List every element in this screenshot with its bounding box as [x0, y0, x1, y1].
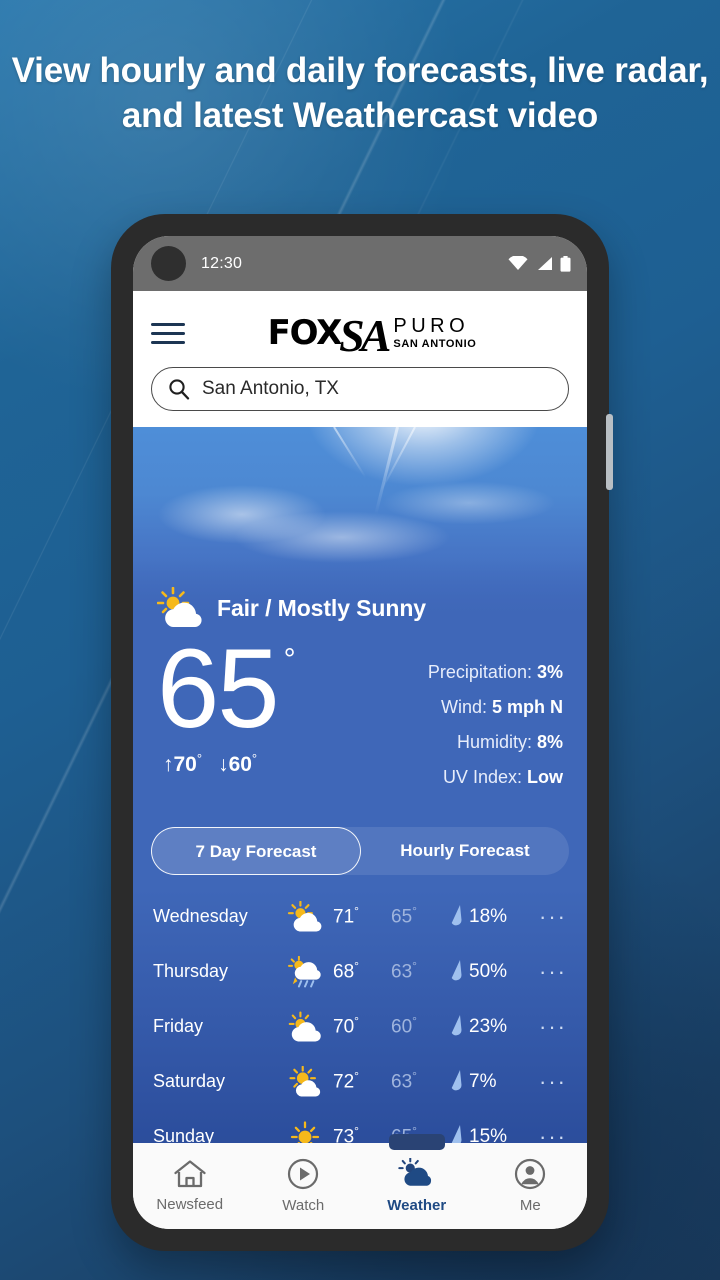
- forecast-day: Friday: [153, 1016, 204, 1036]
- status-time: 12:30: [201, 254, 243, 272]
- forecast-precipitation: 15%: [449, 1124, 533, 1143]
- detail-uv-index: UV Index: Low: [442, 767, 563, 787]
- nav-label: Watch: [282, 1197, 325, 1214]
- search-icon: [169, 379, 190, 400]
- tab-hourly-forecast[interactable]: Hourly Forecast: [361, 827, 569, 875]
- weather-panel: Fair / Mostly Sunny 65 ° ↑70° ↓60° Preci…: [133, 427, 587, 1143]
- forecast-precipitation: 23%: [449, 1014, 533, 1040]
- nav-label: Weather: [387, 1197, 447, 1214]
- high-low-row: ↑70° ↓60°: [163, 751, 296, 777]
- account-circle-icon: [515, 1158, 546, 1190]
- nav-item-watch[interactable]: Watch: [247, 1158, 361, 1214]
- table-row[interactable]: Saturday 72° 63° 7% ···: [153, 1054, 567, 1109]
- current-temperature: 65 °: [157, 626, 296, 751]
- promo-screenshot: View hourly and daily forecasts, live ra…: [0, 0, 720, 1280]
- forecast-precipitation: 18%: [449, 904, 533, 930]
- app-header-row: FOX SA PURO SAN ANTONIO: [133, 305, 587, 361]
- forecast-precipitation: 7%: [449, 1069, 533, 1095]
- forecast-low: 65°: [391, 904, 417, 928]
- condition-text: Fair / Mostly Sunny: [217, 594, 426, 621]
- condition-row: Fair / Mostly Sunny: [157, 587, 563, 629]
- bottom-navigation: Newsfeed Watch Weather Me: [133, 1134, 588, 1229]
- phone-mockup: 12:30 FOX SA PURO SAN ANTONIO San Antoni…: [111, 214, 613, 1251]
- sun-behind-cloud-icon: [157, 587, 202, 627]
- forecast-low: 63°: [391, 959, 417, 983]
- condition-details: Precipitation: 3% Wind: 5 mph N Humidity…: [428, 641, 563, 795]
- nav-label: Newsfeed: [156, 1196, 224, 1213]
- tab-7-day-forecast[interactable]: 7 Day Forecast: [151, 827, 361, 875]
- logo-puro-text: PURO: [393, 315, 470, 337]
- sun-icon: [277, 1120, 333, 1143]
- forecast-tabs: 7 Day Forecast Hourly Forecast: [151, 827, 569, 875]
- raindrop-icon: [451, 1069, 462, 1090]
- forecast-day: Saturday: [153, 1071, 226, 1091]
- forecast-day: Thursday: [153, 961, 229, 981]
- low-temp: ↓60°: [218, 751, 258, 777]
- wifi-icon: [508, 256, 528, 270]
- sun-behind-cloud-icon: [277, 900, 333, 933]
- table-row[interactable]: Friday 70° 60° 23% ···: [153, 999, 567, 1054]
- app-logo[interactable]: FOX SA PURO SAN ANTONIO: [175, 307, 569, 361]
- forecast-high: 73°: [333, 1124, 359, 1143]
- forecast-day: Sunday: [153, 1126, 215, 1143]
- search-input[interactable]: San Antonio, TX: [151, 367, 569, 411]
- row-more-button[interactable]: ···: [533, 1069, 567, 1095]
- forecast-day: Wednesday: [153, 906, 248, 926]
- home-icon: [174, 1160, 206, 1188]
- row-more-button[interactable]: ···: [533, 959, 567, 985]
- forecast-precipitation: 50%: [449, 959, 533, 985]
- row-more-button[interactable]: ···: [533, 1014, 567, 1040]
- degree-symbol: °: [283, 643, 296, 676]
- table-row[interactable]: Wednesday 71° 65° 18% ···: [153, 889, 567, 944]
- detail-precipitation: Precipitation: 3%: [427, 662, 563, 682]
- status-bar: 12:30: [133, 236, 587, 291]
- forecast-high: 71°: [333, 904, 359, 928]
- forecast-high: 70°: [333, 1014, 359, 1038]
- logo-market-text: SAN ANTONIO: [393, 338, 477, 350]
- logo-sa-text: SA: [339, 309, 391, 361]
- forecast-low: 60°: [391, 1014, 417, 1038]
- nav-item-me[interactable]: Me: [474, 1158, 588, 1214]
- sun-behind-rain-cloud-icon: [277, 955, 333, 988]
- play-circle-icon: [288, 1158, 319, 1190]
- sun-cloud-icon: [398, 1158, 431, 1186]
- phone-side-button[interactable]: [606, 414, 613, 490]
- raindrop-icon: [451, 959, 462, 980]
- forecast-list: Wednesday 71° 65° 18% ··· Thursday 68° 6…: [133, 889, 587, 1143]
- search-value: San Antonio, TX: [202, 378, 339, 399]
- temperature-block: 65 ° ↑70° ↓60°: [157, 626, 296, 777]
- raindrop-icon: [451, 1014, 462, 1035]
- nav-item-weather[interactable]: Weather: [360, 1158, 474, 1214]
- nav-item-newsfeed[interactable]: Newsfeed: [133, 1159, 247, 1213]
- battery-icon: [560, 255, 571, 272]
- detail-wind: Wind: 5 mph N: [440, 697, 563, 717]
- app-header: FOX SA PURO SAN ANTONIO San Antonio, TX: [133, 291, 587, 427]
- forecast-low: 63°: [391, 1069, 417, 1093]
- current-conditions: Fair / Mostly Sunny 65 ° ↑70° ↓60° Preci…: [133, 427, 587, 795]
- nav-label: Me: [519, 1197, 541, 1214]
- promo-headline: View hourly and daily forecasts, live ra…: [11, 51, 709, 135]
- active-tab-indicator: [389, 1134, 445, 1150]
- sun-behind-cloud-icon: [277, 1010, 333, 1043]
- camera-punch-hole: [151, 246, 186, 281]
- temperature-value: 65: [157, 626, 280, 751]
- logo-fox-text: FOX: [267, 313, 343, 353]
- detail-humidity: Humidity: 8%: [456, 732, 563, 752]
- forecast-high: 72°: [333, 1069, 359, 1093]
- sun-behind-small-cloud-icon: [277, 1065, 333, 1098]
- raindrop-icon: [451, 1124, 462, 1143]
- phone-screen: 12:30 FOX SA PURO SAN ANTONIO San Antoni…: [133, 236, 587, 1229]
- temperature-row: 65 ° ↑70° ↓60° Precipitation: 3% Wind: 5…: [157, 626, 563, 795]
- cellular-signal-icon: [538, 257, 552, 270]
- forecast-high: 68°: [333, 959, 359, 983]
- row-more-button[interactable]: ···: [533, 904, 567, 930]
- raindrop-icon: [451, 904, 462, 925]
- high-temp: ↑70°: [163, 751, 203, 777]
- table-row[interactable]: Sunday 73° ° 15% ···: [153, 1109, 567, 1143]
- status-icons: [508, 255, 571, 272]
- row-more-button[interactable]: ···: [533, 1124, 567, 1144]
- table-row[interactable]: Thursday 68° 63° 50% ···: [153, 944, 567, 999]
- logo-puro-block: PURO SAN ANTONIO: [393, 316, 476, 350]
